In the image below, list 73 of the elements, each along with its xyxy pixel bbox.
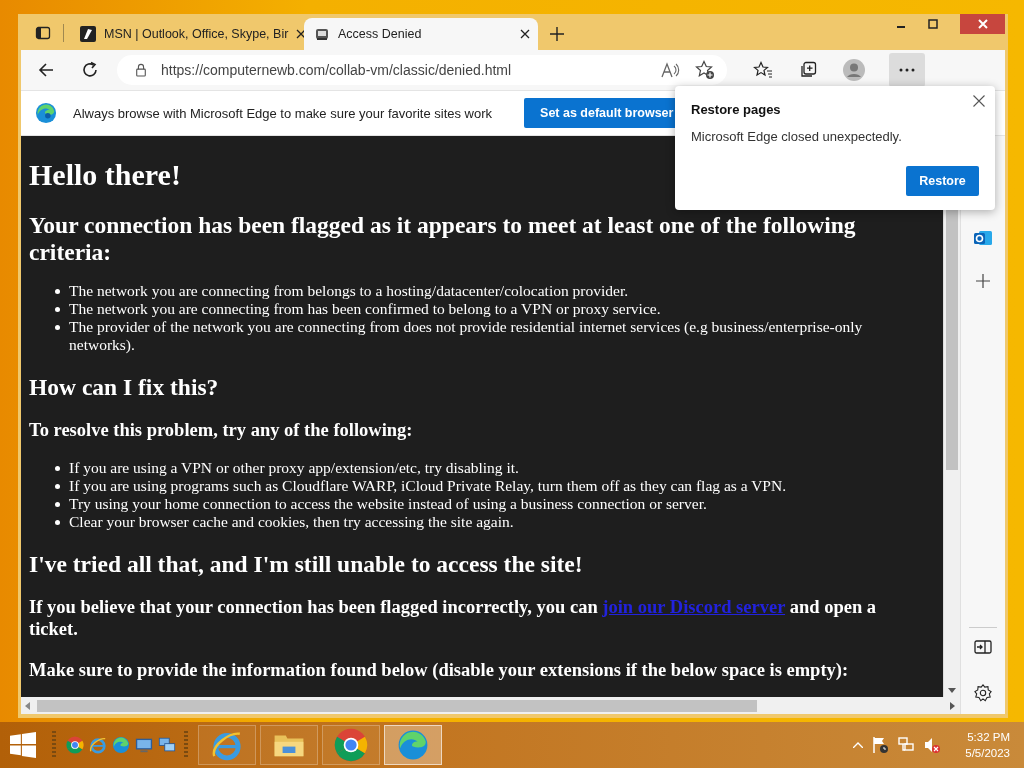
chrome-icon — [334, 728, 368, 762]
add-favorite-icon[interactable] — [695, 60, 715, 80]
paragraph: If you believe that your connection has been flagged incorrectly, you can join our Discord server and open a ticket. — [29, 596, 878, 641]
dialog-title: Restore pages — [691, 102, 782, 117]
outlook-icon[interactable] — [973, 228, 993, 248]
subheading: Make sure to provide the information found below (disable your extensions if the below space is empty): — [29, 658, 850, 681]
volume-muted-icon[interactable] — [923, 736, 942, 754]
bullet-icon — [55, 466, 60, 472]
edge-icon[interactable] — [112, 736, 130, 754]
bullet-icon — [55, 325, 60, 331]
tab-actions-icon[interactable] — [35, 25, 51, 41]
start-icon[interactable] — [10, 732, 36, 758]
refresh-icon[interactable] — [81, 61, 99, 79]
list-item: If you are using programs such as Cloudflare WARP, iCloud Private Relay, turn them off as they can flag as a VPN. — [69, 477, 787, 495]
close-icon[interactable] — [520, 29, 530, 39]
settings-icon[interactable] — [974, 684, 992, 702]
bullet-icon — [55, 484, 60, 490]
taskbar-button[interactable] — [260, 725, 318, 765]
bullet-icon — [55, 289, 60, 295]
section-heading: I've tried all that, and I'm still unable to access the site! — [29, 551, 584, 579]
list-item: The network you are connecting from has been confirmed to belong to a VPN or proxy service. — [69, 300, 661, 318]
list-item: The provider of the network you are connecting from does not provide residential internet services (e.g business/enterprise-only networks). — [69, 318, 863, 354]
clock-date[interactable]: 5/5/2023 — [965, 745, 1010, 761]
add-icon[interactable] — [976, 274, 990, 288]
show-hidden-icons-icon[interactable] — [853, 742, 864, 748]
restore-button[interactable]: Restore — [906, 166, 979, 196]
bullet-icon — [55, 307, 60, 313]
monitor-icon[interactable] — [135, 736, 153, 754]
read-aloud-icon[interactable] — [661, 62, 681, 78]
scroll-right-icon[interactable] — [950, 701, 957, 710]
hide-sidebar-icon[interactable] — [974, 640, 992, 654]
profile-avatar-icon[interactable] — [843, 59, 865, 81]
close-icon[interactable] — [296, 29, 307, 39]
address-field[interactable]: https://computernewb.com/collab-vm/classic/denied.html — [117, 55, 727, 85]
infobar-message: Always browse with Microsoft Edge to make sure your favorite sites work — [73, 105, 493, 121]
ie-icon — [211, 729, 243, 761]
maximize-icon[interactable] — [928, 19, 938, 29]
list-item: Clear your browser cache and cookies, then try accessing the site again. — [69, 513, 514, 531]
favorites-icon[interactable] — [753, 61, 773, 79]
network-icon[interactable] — [897, 736, 916, 754]
lock-icon — [135, 63, 147, 77]
browser-tab[interactable]: Access Denied — [304, 18, 538, 50]
edge-icon — [397, 729, 429, 761]
section-heading: Your connection has been flagged as it appears to meet at least one of the following criteria: — [29, 212, 857, 267]
list-item: The network you are connecting from belongs to a hosting/datacenter/colocation provider. — [69, 282, 629, 300]
edge-logo-icon — [35, 102, 57, 124]
scroll-left-icon[interactable] — [25, 701, 31, 710]
taskbar-button[interactable] — [322, 725, 380, 765]
close-icon — [977, 19, 988, 29]
list-item: Try using your home connection to access the website instead of using a business connection or server. — [69, 495, 707, 513]
new-tab-icon[interactable] — [550, 27, 564, 41]
flag-icon[interactable] — [871, 736, 890, 754]
list-item: If you are using a VPN or other proxy app/extension/etc, try disabling it. — [69, 459, 519, 477]
chrome-icon[interactable] — [66, 736, 84, 754]
clock-time[interactable]: 5:32 PM — [967, 729, 1010, 745]
bullet-icon — [55, 502, 60, 508]
bullet-icon — [55, 520, 60, 526]
taskbar-button[interactable] — [384, 725, 442, 765]
computers-icon[interactable] — [158, 736, 176, 754]
page-icon — [314, 26, 330, 42]
close-icon[interactable] — [973, 95, 985, 107]
scroll-down-icon[interactable] — [948, 688, 957, 694]
close-window-button[interactable] — [960, 14, 1005, 34]
horizontal-scrollbar[interactable] — [21, 697, 961, 714]
more-icon — [899, 68, 915, 72]
more-button[interactable] — [889, 53, 925, 87]
section-heading: How can I fix this? — [29, 374, 220, 402]
page-heading: Hello there! — [29, 158, 182, 192]
subheading: To resolve this problem, try any of the following: — [29, 419, 414, 442]
ie-icon[interactable] — [89, 736, 107, 754]
collections-icon[interactable] — [799, 61, 817, 79]
back-icon[interactable] — [37, 61, 55, 79]
dialog-message: Microsoft Edge closed unexpectedly. — [691, 129, 903, 144]
